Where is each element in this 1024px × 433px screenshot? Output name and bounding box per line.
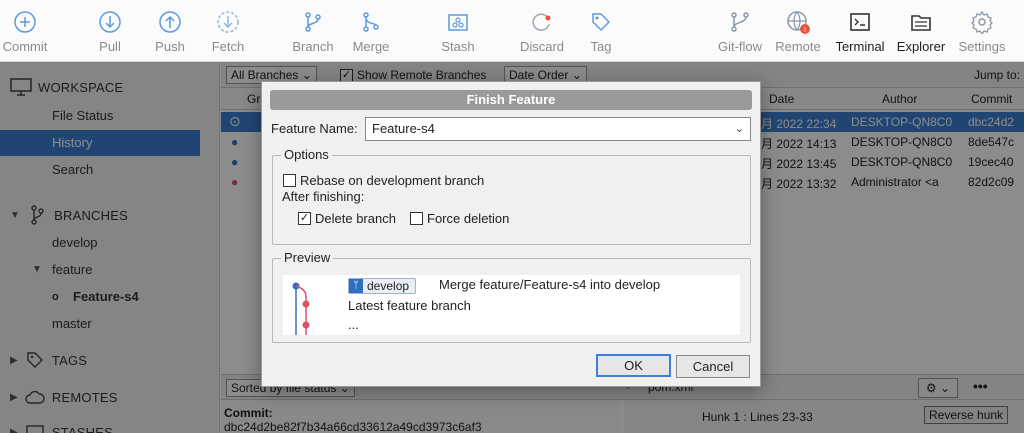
after-finishing-label: After finishing:: [282, 189, 365, 204]
branch-icon: ᛘ: [349, 279, 363, 293]
branch-label: Branch: [292, 39, 334, 54]
ok-button[interactable]: OK: [596, 354, 671, 377]
chevron-down-icon: ⌄: [734, 123, 744, 135]
tag-icon: [588, 9, 614, 35]
rebase-checkbox[interactable]: Rebase on development branch: [283, 173, 484, 188]
terminal-icon: [847, 9, 873, 35]
push-label: Push: [155, 39, 185, 54]
toolbar: Commit Pull Push Fetch Branch Merge Stas…: [0, 0, 1024, 62]
stash-button[interactable]: Stash: [436, 0, 480, 62]
explorer-button[interactable]: Explorer: [894, 0, 948, 62]
gitflow-icon: [727, 9, 753, 35]
arrow-up-circle-icon: [157, 9, 183, 35]
checkbox-unchecked-icon: [283, 174, 296, 187]
folder-icon: [908, 9, 934, 35]
discard-icon: [529, 9, 555, 35]
merge-graph-icon: [292, 282, 310, 335]
develop-branch-tag: ᛘ develop: [348, 278, 417, 294]
explorer-label: Explorer: [896, 39, 946, 54]
svg-text:!: !: [804, 26, 807, 34]
checkbox-checked-icon: ✓: [298, 212, 311, 225]
preview-title: Preview: [281, 250, 334, 265]
cancel-button[interactable]: Cancel: [676, 355, 750, 378]
finish-feature-dialog: Finish Feature Feature Name: Feature-s4 …: [261, 81, 761, 387]
pull-label: Pull: [99, 39, 121, 54]
branch-button[interactable]: Branch: [288, 0, 338, 62]
more-commits-label: ...: [348, 317, 359, 332]
options-title: Options: [281, 147, 332, 162]
branch-icon: [300, 9, 326, 35]
feature-name-value: Feature-s4: [372, 121, 435, 136]
fetch-icon: [215, 9, 241, 35]
stash-icon: [445, 9, 471, 35]
stash-label: Stash: [441, 39, 475, 54]
checkbox-unchecked-icon: [410, 212, 423, 225]
gear-icon: [969, 9, 995, 35]
globe-icon: !: [785, 9, 811, 35]
gitflow-button[interactable]: Git-flow: [714, 0, 766, 62]
pull-button[interactable]: Pull: [88, 0, 132, 62]
preview-group: Preview ᛘ develop Merge feature/Feature-…: [272, 250, 751, 343]
terminal-label: Terminal: [835, 39, 885, 54]
merge-button[interactable]: Merge: [348, 0, 394, 62]
settings-button[interactable]: Settings: [954, 0, 1010, 62]
merge-message: Merge feature/Feature-s4 into develop: [439, 277, 661, 292]
delete-branch-checkbox[interactable]: ✓ Delete branch: [298, 211, 396, 226]
settings-label: Settings: [958, 39, 1006, 54]
feature-name-label: Feature Name:: [271, 121, 358, 136]
merge-label: Merge: [352, 39, 390, 54]
fetch-label: Fetch: [211, 39, 245, 54]
latest-feature-label: Latest feature branch: [348, 298, 471, 313]
discard-button[interactable]: Discard: [516, 0, 568, 62]
plus-circle-icon: [12, 9, 38, 35]
arrow-down-circle-icon: [97, 9, 123, 35]
push-button[interactable]: Push: [148, 0, 192, 62]
force-deletion-label: Force deletion: [427, 211, 510, 226]
merge-icon: [358, 9, 384, 35]
remote-button[interactable]: ! Remote: [772, 0, 824, 62]
force-deletion-checkbox[interactable]: Force deletion: [410, 211, 509, 226]
terminal-button[interactable]: Terminal: [832, 0, 888, 62]
discard-label: Discard: [519, 39, 565, 54]
feature-name-select[interactable]: Feature-s4 ⌄: [365, 117, 751, 141]
tag-button[interactable]: Tag: [584, 0, 618, 62]
fetch-button[interactable]: Fetch: [206, 0, 250, 62]
dialog-title: Finish Feature: [270, 90, 752, 110]
commit-button[interactable]: Commit: [0, 0, 50, 62]
develop-tag-label: develop: [367, 279, 410, 293]
options-group: Options Rebase on development branch Aft…: [272, 147, 751, 245]
gitflow-label: Git-flow: [717, 39, 763, 54]
commit-label: Commit: [2, 39, 48, 54]
tag-label: Tag: [590, 39, 612, 54]
rebase-label: Rebase on development branch: [300, 173, 485, 188]
remote-label: Remote: [775, 39, 821, 54]
delete-branch-label: Delete branch: [315, 211, 396, 226]
preview-graph: ᛘ develop Merge feature/Feature-s4 into …: [283, 275, 740, 335]
